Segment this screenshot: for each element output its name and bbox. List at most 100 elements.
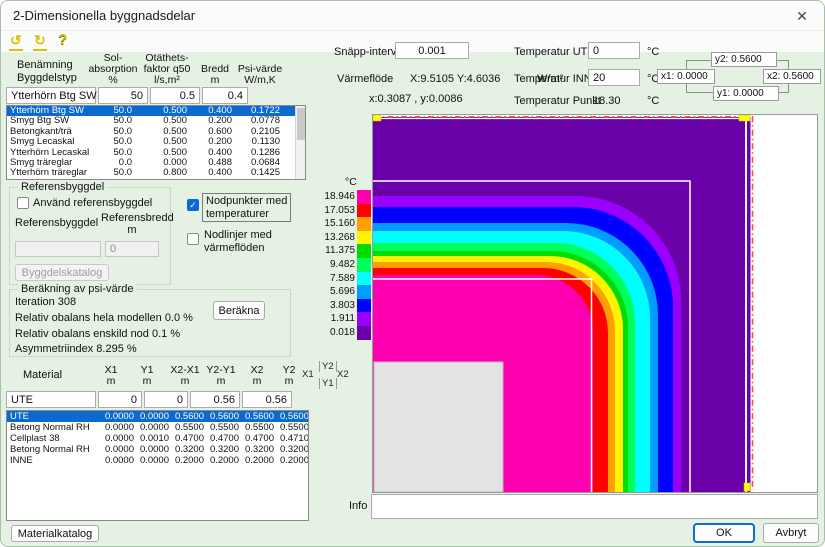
col-header-x1: X1m (93, 365, 129, 387)
temp-punkt-label: Temperatur Punkt (514, 95, 601, 107)
legend-entry: 3.803 (323, 299, 373, 313)
legend-entry: 5.696 (323, 285, 373, 299)
room-interior (374, 362, 503, 492)
table-row[interactable]: INNE 0.0000 0.0000 0.2000 0.2000 0.2000 … (7, 455, 308, 466)
referensbyggdel-label: Referensbyggdel (15, 217, 98, 229)
temp-inne-input[interactable]: 20 (588, 69, 640, 86)
legend-entry: 11.375 (323, 244, 373, 258)
boundary-handle[interactable] (739, 115, 750, 121)
iteration-text: Iteration 308 (15, 296, 76, 308)
legend-value: 17.053 (323, 204, 357, 218)
legend-swatch (357, 190, 371, 204)
material-dy-input[interactable]: 0.56 (242, 391, 292, 408)
legend-swatch (357, 326, 371, 340)
legend-value: 1.911 (323, 312, 357, 326)
part-name-input[interactable]: Ytterhörn Btg SW (6, 87, 96, 104)
help-icon[interactable]: ? (57, 31, 68, 49)
legend-value: 7.589 (323, 272, 357, 286)
legend-swatch (357, 312, 371, 326)
dialog-2d-building-parts: 2-Dimensionella byggnadsdelar ✕ ↺ ↻ ? Be… (0, 0, 825, 547)
cancel-button[interactable]: Avbryt (763, 523, 819, 543)
reference-part-field[interactable] (15, 241, 101, 257)
use-reference-checkbox[interactable] (17, 197, 29, 209)
scrollbar[interactable] (295, 106, 305, 179)
col-header-x2x1: X2-X1m (165, 365, 205, 387)
bredd-input[interactable]: 0.4 (202, 87, 248, 104)
legend-unit-label: °C (345, 176, 357, 188)
referensbredd-label: Referensbreddm (101, 212, 163, 236)
legend-entry: 13.268 (323, 231, 373, 245)
y1-readout[interactable]: y1: 0.0000 (713, 86, 779, 101)
snap-interval-input[interactable]: 0.001 (395, 42, 469, 59)
material-x1-input[interactable]: 0 (98, 391, 142, 408)
materialkatalog-button[interactable]: Materialkatalog (11, 525, 99, 542)
material-label: Material (23, 369, 62, 381)
nodes-temperatures-checkbox[interactable]: ✓ (187, 199, 199, 211)
redo-icon[interactable]: ↻ (33, 31, 47, 51)
boundary-handle[interactable] (744, 483, 750, 491)
table-row[interactable]: Ytterhörn träreglar 50.0 0.800 0.400 0.1… (7, 168, 305, 178)
axis-y2-label: Y2 (319, 361, 337, 372)
material-name-input[interactable]: UTE (6, 391, 96, 408)
temp-ute-label: Temperatur UTE (514, 46, 595, 58)
material-table[interactable]: UTE 0.0000 0.0000 0.5600 0.5600 0.5600 0… (6, 410, 309, 521)
col-header-sol: Sol-absorption% (87, 53, 139, 86)
legend-value: 15.160 (323, 217, 357, 231)
asymmetry-index-text: Asymmetriindex 8.295 % (15, 343, 137, 355)
legend-swatch (357, 244, 371, 258)
q50-input[interactable]: 0.5 (150, 87, 200, 104)
col-header-bredd: Breddm (197, 64, 233, 86)
scrollbar-thumb[interactable] (297, 108, 305, 140)
imbalance-node-text: Relativ obalans enskild nod 0.1 % (15, 328, 180, 340)
temp-inne-label: Temperatur INNE (514, 73, 599, 85)
legend-entry: 18.946 (323, 190, 373, 204)
sol-absorption-input[interactable]: 50 (98, 87, 148, 104)
heatflow-coords: X:9.5105 Y:4.6036 (410, 73, 500, 85)
boundary-handle[interactable] (373, 115, 381, 121)
x1-readout[interactable]: x1: 0.0000 (657, 69, 715, 84)
legend-value: 18.946 (323, 190, 357, 204)
y2-readout[interactable]: y2: 0.5600 (711, 52, 777, 67)
legend-value: 9.482 (323, 258, 357, 272)
info-field[interactable] (371, 494, 818, 519)
ok-button[interactable]: OK (693, 523, 755, 543)
byggdelskatalog-button[interactable]: Byggdelskatalog (15, 264, 109, 281)
temp-ute-input[interactable]: 0 (588, 42, 640, 59)
x2-readout[interactable]: x2: 0.5600 (763, 69, 821, 84)
legend-swatch (357, 231, 371, 245)
imbalance-model-text: Relativ obalans hela modellen 0.0 % (15, 312, 193, 324)
table-row[interactable]: Smyg Lecaskal 50.0 0.500 0.200 0.1130 (7, 137, 305, 147)
col-header-benamning: BenämningByggdelstyp (17, 59, 77, 85)
table-row[interactable]: UTE 0.0000 0.0000 0.5600 0.5600 0.5600 0… (7, 411, 308, 422)
reference-width-field[interactable]: 0 (105, 241, 159, 257)
legend-swatch (357, 285, 371, 299)
temp-punkt-value: 18.30 (593, 95, 621, 107)
legend-entry: 7.589 (323, 272, 373, 286)
temperature-legend: 18.946 17.053 15.160 13.268 11.375 (323, 190, 373, 340)
heatmap-plot (373, 115, 817, 492)
legend-swatch (357, 217, 371, 231)
building-part-table[interactable]: Ytterhörn Btg SW 50.0 0.500 0.400 0.1722… (6, 105, 306, 180)
col-header-psi: Psi-värdeW/m,K (237, 64, 283, 86)
axis-y1-label: Y1 (319, 378, 337, 389)
col-header-x2: X2m (239, 365, 275, 387)
legend-swatch (357, 272, 371, 286)
nodelines-heatflow-checkbox[interactable] (187, 233, 199, 245)
undo-icon[interactable]: ↺ (9, 31, 23, 51)
col-header-otathet: Otäthets-faktor q50l/s,m² (139, 53, 195, 86)
table-row[interactable]: Cellplast 38 0.0000 0.0010 0.4700 0.4700… (7, 433, 308, 444)
window-title: 2-Dimensionella byggnadsdelar (13, 8, 195, 23)
heatmap-canvas[interactable] (372, 114, 818, 493)
legend-value: 13.268 (323, 231, 357, 245)
berakna-button[interactable]: Beräkna (213, 301, 265, 320)
table-row[interactable]: Betong Normal RH 0.0000 0.0000 0.3200 0.… (7, 444, 308, 455)
table-row[interactable]: Betong Normal RH 0.0000 0.0000 0.5500 0.… (7, 422, 308, 433)
legend-entry: 1.911 (323, 312, 373, 326)
material-y1-input[interactable]: 0 (144, 391, 188, 408)
close-icon[interactable]: ✕ (786, 3, 818, 29)
material-dx-input[interactable]: 0.56 (190, 391, 240, 408)
referens-group-caption: Referensbyggdel (18, 181, 107, 193)
legend-entry: 15.160 (323, 217, 373, 231)
legend-value: 11.375 (323, 244, 357, 258)
legend-value: 3.803 (323, 299, 357, 313)
